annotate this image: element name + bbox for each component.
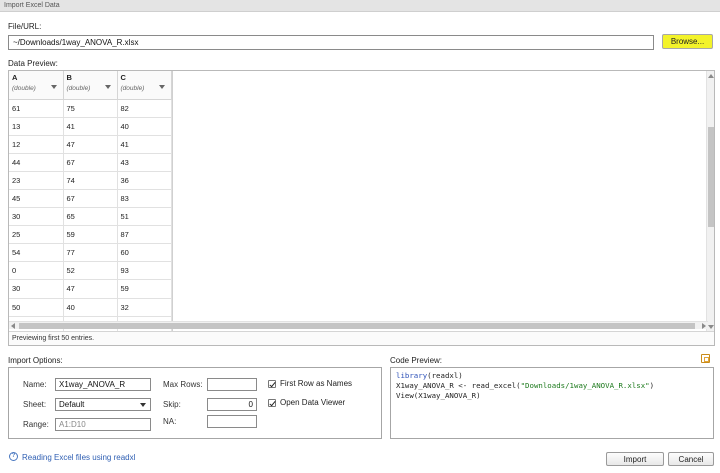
table-row: 13 41 40 [9,117,172,136]
na-label: NA: [163,417,177,426]
open-data-viewer-checkbox[interactable] [268,399,276,407]
column-header-c[interactable]: C (double) [117,71,172,100]
first-row-names-checkbox[interactable] [268,380,276,388]
code-preview-label: Code Preview: [390,356,443,365]
import-options-panel: Name: X1way_ANOVA_R Sheet: Default Range… [8,367,382,439]
import-options-label: Import Options: [8,356,63,365]
table-row: 23 74 36 [9,171,172,190]
code-text: View(X1way_ANOVA_R) [396,391,481,400]
table-row: 45 67 83 [9,189,172,209]
window-title: Import Excel Data [4,2,60,9]
table-row: 54 77 60 [9,243,172,263]
chevron-down-icon[interactable] [50,85,57,89]
code-preview: library(readxl) X1way_ANOVA_R <- read_ex… [390,367,714,439]
first-row-names-label[interactable]: First Row as Names [280,379,352,388]
import-button[interactable]: Import [606,452,664,466]
copy-icon[interactable] [701,354,710,363]
table-row: 0 52 93 [9,261,172,281]
cancel-button[interactable]: Cancel [668,452,714,466]
code-text: (readxl) [427,371,463,380]
chevron-down-icon[interactable] [158,85,165,89]
table-row: 61 75 82 [9,99,172,118]
chevron-down-icon[interactable] [104,85,111,89]
code-string: "Downloads/1way_ANOVA_R.xlsx" [520,381,650,390]
grid-divider [172,71,173,332]
name-label: Name: [23,380,47,389]
table-row: 30 65 51 [9,207,172,227]
table-row: 12 47 41 [9,135,172,154]
data-preview-label: Data Preview: [8,59,58,68]
sheet-select[interactable]: Default [55,398,151,411]
vertical-scrollbar[interactable] [706,71,714,332]
window-titlebar: Import Excel Data [0,0,720,12]
table-row: 50 40 32 [9,298,172,317]
scrollbar-thumb[interactable] [708,127,714,227]
browse-button[interactable]: Browse... [662,34,713,49]
check-icon [269,380,276,388]
scrollbar-thumb[interactable] [19,323,695,329]
preview-status: Previewing first 50 entries. [9,331,714,345]
chevron-down-icon [140,403,146,407]
file-url-input[interactable]: ~/Downloads/1way_ANOVA_R.xlsx [8,35,654,50]
skip-input[interactable]: 0 [207,398,257,411]
column-header-a[interactable]: A (double) [9,71,64,100]
skip-label: Skip: [163,400,181,409]
table-row: 44 67 43 [9,153,172,172]
help-link[interactable]: Reading Excel files using readxl [22,453,135,462]
scroll-down-icon[interactable] [708,325,714,329]
scroll-left-icon[interactable] [11,323,15,329]
code-keyword: library [396,371,428,380]
scroll-right-icon[interactable] [702,323,706,329]
column-header-b[interactable]: B (double) [63,71,118,100]
max-rows-input[interactable] [207,378,257,391]
table-row: 25 59 87 [9,225,172,245]
file-url-label: File/URL: [8,22,42,31]
data-preview: A (double) B (double) C (double) 61 75 82 13 4… [8,70,715,346]
name-input[interactable]: X1way_ANOVA_R [55,378,151,391]
range-input[interactable]: A1:D10 [55,418,151,431]
scroll-up-icon[interactable] [708,74,714,78]
help-icon[interactable]: ? [9,452,18,461]
sheet-select-value: Default [59,400,85,409]
sheet-label: Sheet: [23,400,47,409]
horizontal-scrollbar[interactable] [9,321,708,329]
table-row: 30 47 59 [9,279,172,299]
max-rows-label: Max Rows: [163,380,203,389]
data-grid: A (double) B (double) C (double) 61 75 82 13 4… [9,71,172,332]
na-input[interactable] [207,415,257,428]
code-text: X1way_ANOVA_R <- read_excel( [396,381,521,390]
check-icon [269,399,276,407]
open-data-viewer-label[interactable]: Open Data Viewer [280,398,345,407]
range-label: Range: [23,420,49,429]
code-text: ) [649,381,655,390]
